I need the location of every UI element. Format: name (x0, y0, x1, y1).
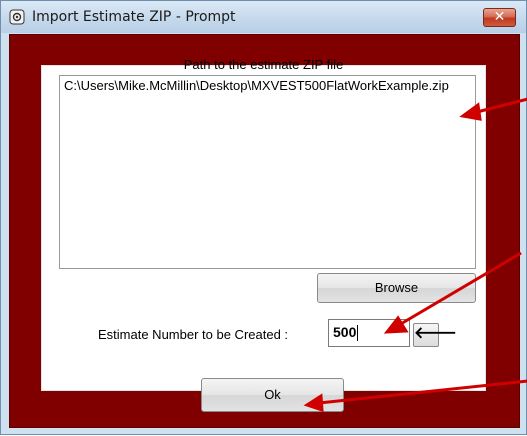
ok-button[interactable]: Ok (201, 378, 344, 412)
arrow-left-icon: 🡐 (414, 325, 457, 342)
path-label: Path to the estimate ZIP file (183, 57, 344, 72)
arrow-left-button[interactable]: 🡐 (413, 323, 457, 347)
browse-button[interactable]: Browse (317, 273, 476, 303)
close-button[interactable]: ✕ (483, 8, 516, 27)
title-bar[interactable]: Import Estimate ZIP - Prompt ✕ (1, 1, 526, 33)
estimate-number-label: Estimate Number to be Created : (98, 327, 289, 342)
import-estimate-window: Import Estimate ZIP - Prompt ✕ Path to t… (0, 0, 527, 435)
estimate-number-input[interactable]: 500 (328, 319, 410, 347)
text-caret (357, 325, 359, 342)
path-input[interactable]: C:\Users\Mike.McMillin\Desktop\MXVEST500… (59, 75, 476, 269)
close-icon: ✕ (493, 9, 506, 25)
window-title: Import Estimate ZIP - Prompt (32, 9, 236, 25)
gear-prompt-icon (9, 9, 25, 25)
estimate-number-value: 500 (333, 324, 357, 340)
